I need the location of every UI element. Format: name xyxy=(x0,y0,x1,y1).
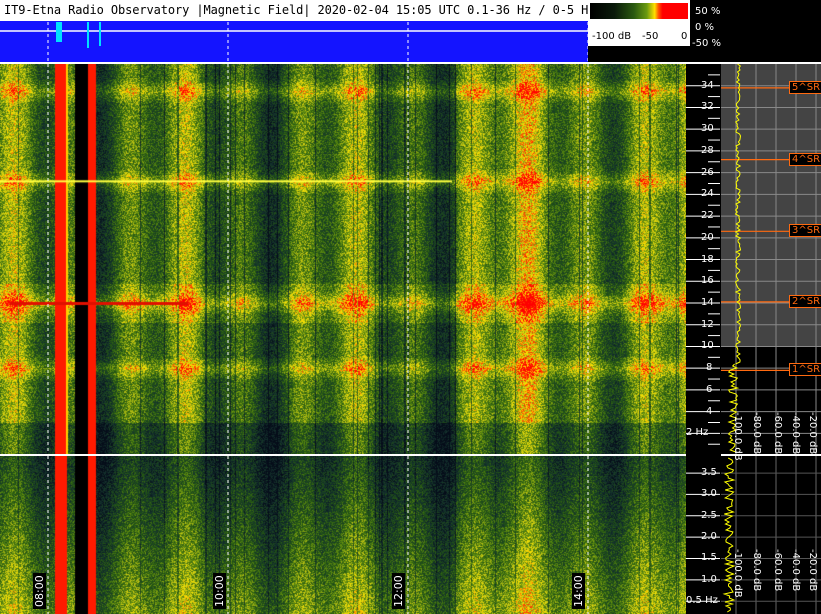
time-label-12: 12:00 xyxy=(392,573,405,609)
upper-spectrogram xyxy=(0,64,686,454)
pct-label-bottom: -50 % xyxy=(692,38,722,49)
frequency-tick-label: 10 xyxy=(701,340,714,352)
time-label-10: 10:00 xyxy=(213,573,226,609)
time-label-08: 08:00 xyxy=(33,573,46,609)
frequency-tick-label: 12 xyxy=(701,318,714,330)
lower-frequency-tick-label: 0.5 Hz xyxy=(686,595,718,607)
db-axis-label: -80.0 dB xyxy=(751,549,762,592)
pct-label-mid: 0 % xyxy=(695,22,715,33)
header-band: IT9-Etna Radio Observatory |Magnetic Fie… xyxy=(0,0,595,62)
lower-frequency-tick-label: 3.0 xyxy=(701,488,717,500)
frequency-tick-label: 34 xyxy=(701,79,714,91)
resonance-label: 3^SR xyxy=(789,224,821,238)
colorbar-max-label: 0 xyxy=(681,31,688,42)
frequency-tick-label: 6 xyxy=(706,383,713,395)
upper-time-grid xyxy=(47,64,589,454)
db-axis-label: -60.0 dB xyxy=(772,549,783,592)
db-axis-label: -80.0 dB xyxy=(751,412,762,455)
lower-frequency-tick-label: 2.0 xyxy=(701,531,717,543)
header-activity-strip xyxy=(0,22,588,62)
frequency-tick-label: 8 xyxy=(706,362,713,374)
db-axis-label: -100.0 dB xyxy=(732,549,743,598)
frequency-tick-label: 16 xyxy=(701,275,714,287)
lower-frequency-tick-label: 3.5 xyxy=(701,467,717,479)
frequency-tick-label: 14 xyxy=(701,296,714,308)
db-axis-label: -60.0 dB xyxy=(772,412,783,455)
frequency-tick-label: 4 xyxy=(706,405,713,417)
colorbar-mid-label: -50 xyxy=(642,31,659,42)
db-axis-label: -40.0 dB xyxy=(790,412,801,455)
db-axis-label: -100.0 dB xyxy=(732,412,743,461)
db-axis-label: -40.0 dB xyxy=(790,549,801,592)
colorbar-min-label: -100 dB xyxy=(592,31,632,42)
header-activity-mark xyxy=(56,22,62,42)
frequency-tick-label: 28 xyxy=(701,144,714,156)
frequency-tick-label: 18 xyxy=(701,253,714,265)
header-activity-mark xyxy=(99,22,101,46)
title-bar: IT9-Etna Radio Observatory |Magnetic Fie… xyxy=(0,0,595,22)
lower-frequency-tick-label: 2.5 xyxy=(701,509,717,521)
chart-title: IT9-Etna Radio Observatory |Magnetic Fie… xyxy=(4,3,596,17)
resonance-label: 1^SR xyxy=(789,363,821,377)
resonance-label: 5^SR xyxy=(789,80,821,94)
frequency-tick-label: 26 xyxy=(701,166,714,178)
lower-frequency-tick-label: 1.0 xyxy=(701,573,717,585)
header-activity-mark xyxy=(87,22,89,48)
frequency-tick-label: 20 xyxy=(701,231,714,243)
colorbar-gradient xyxy=(590,3,688,19)
resonance-label: 2^SR xyxy=(789,294,821,308)
resonance-label: 4^SR xyxy=(789,152,821,166)
frequency-tick-label: 22 xyxy=(701,210,714,222)
frequency-tick-label: 24 xyxy=(701,188,714,200)
db-axis-label: -20.0 dB xyxy=(807,412,818,455)
frequency-tick-label: 32 xyxy=(701,101,714,113)
frequency-tick-label: 30 xyxy=(701,123,714,135)
lower-frequency-tick-label: 1.5 xyxy=(701,552,717,564)
db-axis-label: -20.0 dB xyxy=(807,549,818,592)
time-label-14: 14:00 xyxy=(572,573,585,609)
pct-label-top: 50 % xyxy=(695,6,721,17)
colorbar-legend: -100 dB -50 0 xyxy=(588,0,690,46)
frequency-tick-label: 2 Hz xyxy=(686,427,709,439)
